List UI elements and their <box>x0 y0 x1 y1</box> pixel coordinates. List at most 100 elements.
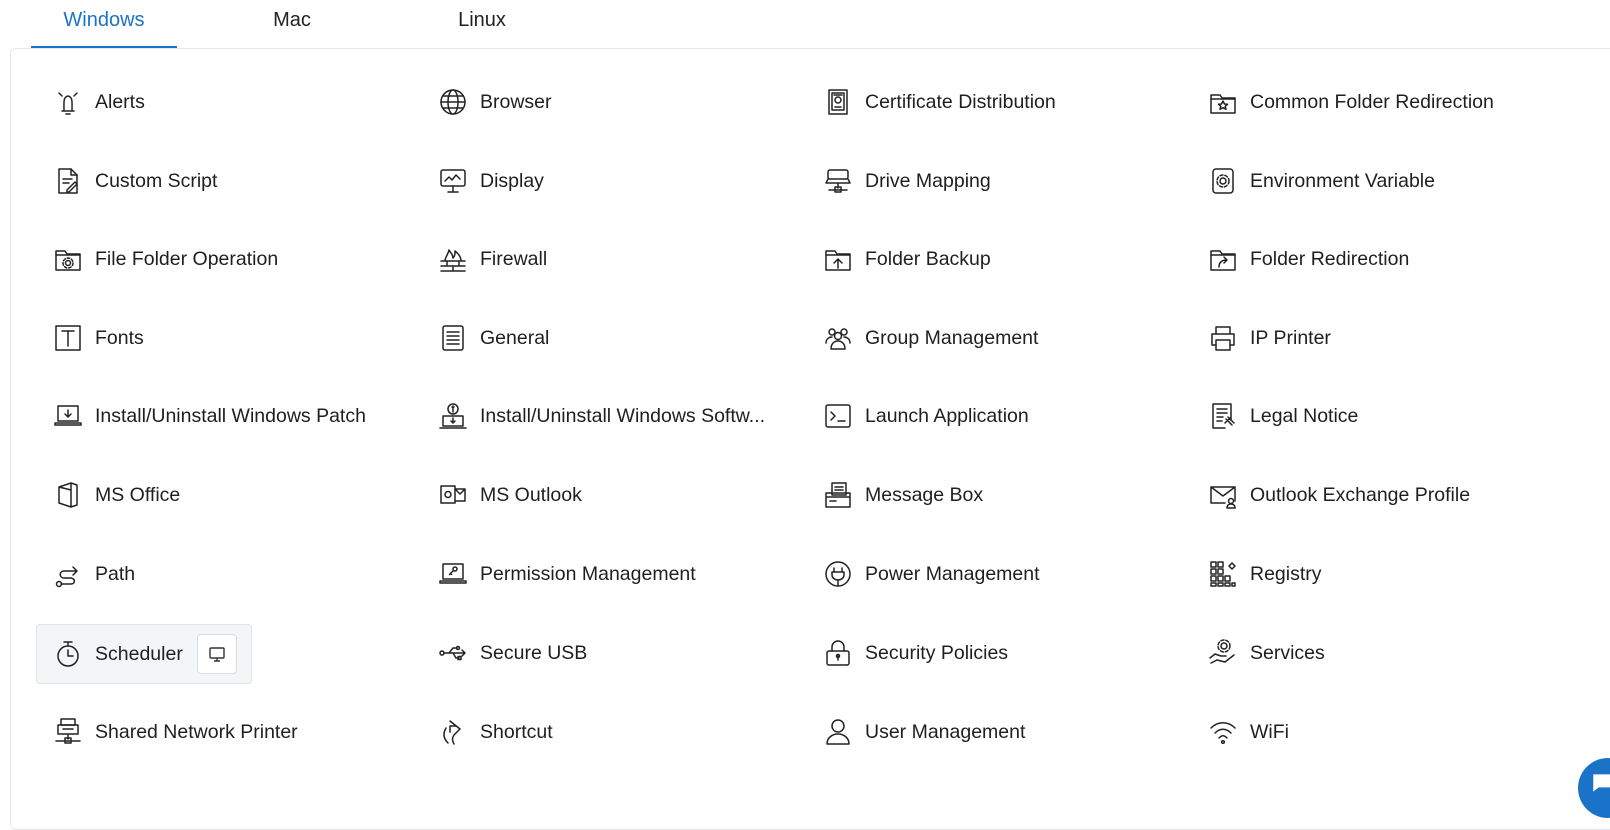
policy-item-message-box[interactable]: Message Box <box>821 466 983 524</box>
policy-label: Path <box>95 562 136 585</box>
policy-item-file-folder-operation[interactable]: File Folder Operation <box>51 230 278 288</box>
policy-item-firewall[interactable]: Firewall <box>436 230 547 288</box>
bell-icon <box>51 85 85 119</box>
policy-label: Drive Mapping <box>865 169 991 192</box>
policy-label: Security Policies <box>865 641 1009 664</box>
policy-item-user-management[interactable]: User Management <box>821 703 1025 761</box>
policy-item-custom-script[interactable]: Custom Script <box>51 152 217 210</box>
policy-label: WiFi <box>1250 720 1289 743</box>
policy-panel: Alerts Browser Certificate Distribution Com… <box>10 48 1610 830</box>
policy-item-general[interactable]: General <box>436 309 549 367</box>
terminal-icon <box>821 399 855 433</box>
policy-item-power-management[interactable]: Power Management <box>821 545 1040 603</box>
policy-item-ip-printer[interactable]: IP Printer <box>1206 309 1331 367</box>
policy-item-permission-management[interactable]: Permission Management <box>436 545 696 603</box>
policy-label: Permission Management <box>480 562 696 585</box>
policy-item-registry[interactable]: Registry <box>1206 545 1322 603</box>
policy-item-ms-office[interactable]: MS Office <box>51 466 180 524</box>
outlook-icon <box>436 478 470 512</box>
usb-icon <box>436 636 470 670</box>
policy-item-scheduler[interactable]: Scheduler <box>36 624 252 684</box>
policy-item-certificate-distribution[interactable]: Certificate Distribution <box>821 73 1056 131</box>
monitor-icon <box>209 647 225 662</box>
policy-label: Custom Script <box>95 169 218 192</box>
policy-item-install-uninstall-windows-patch[interactable]: Install/Uninstall Windows Patch <box>51 387 366 445</box>
path-icon <box>51 557 85 591</box>
policy-item-path[interactable]: Path <box>51 545 135 603</box>
policy-item-folder-backup[interactable]: Folder Backup <box>821 230 991 288</box>
policy-label: Environment Variable <box>1250 169 1435 192</box>
policy-label: User Management <box>865 720 1026 743</box>
policy-label: Certificate Distribution <box>865 90 1056 113</box>
policy-label: Shortcut <box>480 720 553 743</box>
policy-label: Install/Uninstall Windows Softw... <box>480 404 766 427</box>
document-lines-icon <box>436 321 470 355</box>
script-file-icon <box>51 164 85 198</box>
office-icon <box>51 478 85 512</box>
tab-windows[interactable]: Windows <box>31 0 177 49</box>
shortcut-icon <box>436 715 470 749</box>
policy-label: MS Outlook <box>480 483 582 506</box>
policy-item-drive-mapping[interactable]: Drive Mapping <box>821 152 991 210</box>
policy-item-install-uninstall-windows-softw[interactable]: Install/Uninstall Windows Softw... <box>436 387 765 445</box>
policy-item-fonts[interactable]: Fonts <box>51 309 144 367</box>
policy-item-ms-outlook[interactable]: MS Outlook <box>436 466 582 524</box>
certificate-icon <box>821 85 855 119</box>
hand-gear-icon <box>1206 636 1240 670</box>
policy-label: MS Office <box>95 483 181 506</box>
policy-item-legal-notice[interactable]: Legal Notice <box>1206 387 1358 445</box>
chat-icon <box>1593 774 1610 792</box>
policy-item-secure-usb[interactable]: Secure USB <box>436 624 587 682</box>
monitor-icon <box>436 164 470 198</box>
policy-label: Folder Redirection <box>1250 247 1410 270</box>
software-install-icon <box>436 399 470 433</box>
network-drive-icon <box>821 164 855 198</box>
user-icon <box>821 715 855 749</box>
folder-gear-icon <box>51 242 85 276</box>
policy-item-browser[interactable]: Browser <box>436 73 552 131</box>
policy-label: Display <box>480 169 544 192</box>
tab-linux[interactable]: Linux <box>446 0 518 46</box>
printer-icon <box>1206 321 1240 355</box>
policy-item-alerts[interactable]: Alerts <box>51 73 145 131</box>
policy-item-services[interactable]: Services <box>1206 624 1325 682</box>
tab-mac[interactable]: Mac <box>256 0 328 46</box>
policy-item-environment-variable[interactable]: Environment Variable <box>1206 152 1435 210</box>
policy-item-display[interactable]: Display <box>436 152 544 210</box>
policy-item-wifi[interactable]: WiFi <box>1206 703 1289 761</box>
folder-star-icon <box>1206 85 1240 119</box>
laptop-key-icon <box>436 557 470 591</box>
policy-item-outlook-exchange-profile[interactable]: Outlook Exchange Profile <box>1206 466 1470 524</box>
policy-item-security-policies[interactable]: Security Policies <box>821 624 1008 682</box>
wifi-icon <box>1206 715 1240 749</box>
policy-label: Shared Network Printer <box>95 720 298 743</box>
policy-label: Launch Application <box>865 404 1029 427</box>
policy-item-launch-application[interactable]: Launch Application <box>821 387 1029 445</box>
policy-item-common-folder-redirection[interactable]: Common Folder Redirection <box>1206 73 1494 131</box>
policy-label: Group Management <box>865 326 1039 349</box>
policy-label: Folder Backup <box>865 247 991 270</box>
message-box-icon <box>821 478 855 512</box>
policy-label: Firewall <box>480 247 548 270</box>
policy-label: Power Management <box>865 562 1040 585</box>
policy-label: Browser <box>480 90 552 113</box>
legal-document-icon <box>1206 399 1240 433</box>
policy-label: Secure USB <box>480 641 588 664</box>
network-printer-icon <box>51 715 85 749</box>
policy-item-folder-redirection[interactable]: Folder Redirection <box>1206 230 1409 288</box>
assign-to-device-button[interactable] <box>196 634 237 674</box>
platform-tabs: Windows Mac Linux <box>0 0 1610 49</box>
mail-user-icon <box>1206 478 1240 512</box>
gear-square-icon <box>1206 164 1240 198</box>
group-icon <box>821 321 855 355</box>
policy-label: Fonts <box>95 326 144 349</box>
stopwatch-icon <box>51 637 85 671</box>
lock-icon <box>821 636 855 670</box>
registry-icon <box>1206 557 1240 591</box>
policy-item-group-management[interactable]: Group Management <box>821 309 1038 367</box>
policy-label: Scheduler <box>95 642 183 665</box>
policy-item-shortcut[interactable]: Shortcut <box>436 703 553 761</box>
laptop-download-icon <box>51 399 85 433</box>
policy-label: Alerts <box>95 90 145 113</box>
policy-item-shared-network-printer[interactable]: Shared Network Printer <box>51 703 298 761</box>
